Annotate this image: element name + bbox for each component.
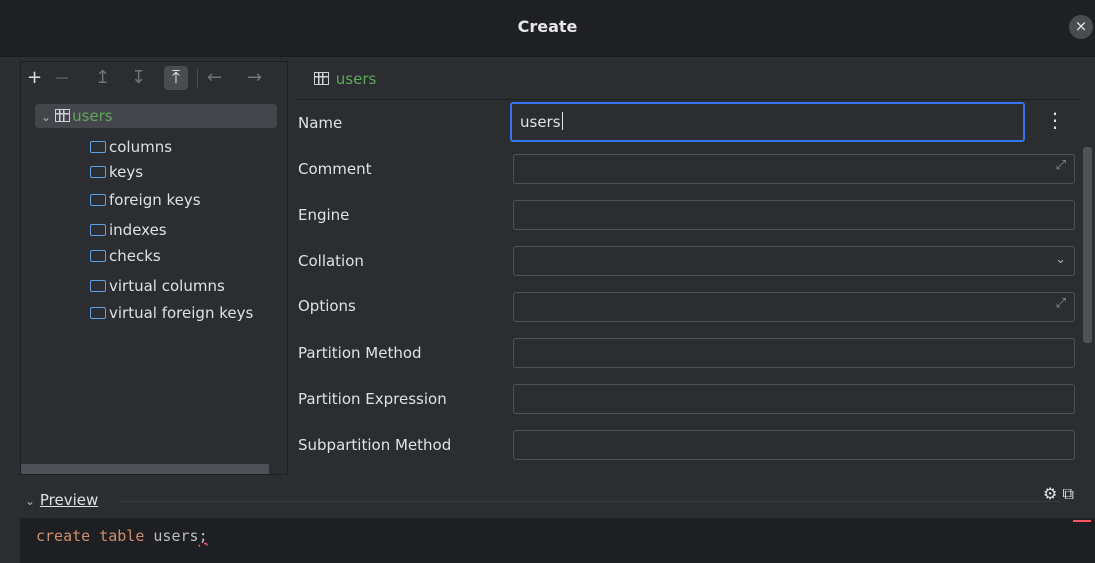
engine-field[interactable] [513,200,1075,230]
close-icon[interactable]: × [1069,15,1093,39]
dialog-titlebar: Create × [0,0,1095,57]
tree-item-label: foreign keys [109,191,201,209]
semicolon: ; [198,527,208,545]
folder-icon [90,280,106,292]
tree-item-indexes[interactable]: indexes [90,218,167,242]
partition-expression-field[interactable] [513,384,1075,414]
chevron-down-icon[interactable]: ⌄ [41,105,51,129]
name-label: Name [298,114,343,132]
folder-icon [90,194,106,206]
expand-icon[interactable]: ⤢ [1056,158,1066,173]
comment-label: Comment [298,160,372,178]
chevron-down-icon: ⌄ [25,494,36,508]
tree-item-label: keys [109,163,144,181]
folder-icon [90,307,106,319]
tree-item-label: columns [109,138,173,156]
partition-method-label: Partition Method [298,344,422,362]
tree-item-label: checks [109,247,161,265]
name-field[interactable]: users [510,102,1025,142]
table-icon [314,72,329,85]
partition-method-field[interactable] [513,338,1075,368]
folder-icon [90,224,106,236]
tree-item-keys[interactable]: keys [90,160,143,184]
dialog-title: Create [517,17,578,36]
name-field-value: users [520,113,561,131]
toolbar-separator [197,69,198,89]
form-vertical-scrollbar[interactable] [1083,147,1092,343]
tree-item-label: virtual foreign keys [109,304,254,322]
back-arrow-icon[interactable]: ← [207,66,222,90]
partition-expression-label: Partition Expression [298,390,447,408]
move-up-icon[interactable]: ↥ [95,66,110,90]
object-tree-panel: + — ↥ ↧ ⤒ ← → ⌄ users columns keys foreig… [20,61,288,475]
form-header-label: users [335,70,377,88]
remove-icon[interactable]: — [55,66,69,90]
options-field[interactable]: ⤢ [513,292,1075,322]
tree-item-checks[interactable]: checks [90,244,161,268]
tree-item-label: users [72,107,113,125]
tree-item-label: indexes [109,221,167,239]
chevron-down-icon[interactable]: ⌄ [1055,252,1066,267]
expand-icon[interactable]: ⤢ [1056,296,1066,311]
tree-item-columns[interactable]: columns [90,135,172,159]
tree-horizontal-scrollbar[interactable] [21,464,269,474]
error-stripe-mark[interactable] [1073,520,1091,522]
folder-icon [90,141,106,153]
keyword: create [36,527,91,545]
engine-label: Engine [298,206,350,224]
keyword: table [99,527,145,545]
form-header: users [314,70,376,88]
preview-toolbar: ⚙ ⧉ [1043,484,1074,504]
divider [296,99,1080,100]
collation-label: Collation [298,252,364,270]
move-to-top-icon[interactable]: ⤒ [164,66,188,90]
preview-editor[interactable]: create table users; [20,518,1095,563]
comment-field[interactable]: ⤢ [513,154,1075,184]
gear-icon[interactable]: ⚙ [1043,484,1057,503]
sql-code-line: create table users; [36,527,208,545]
folder-icon [90,250,106,262]
divider [120,501,1060,502]
tree-item-users[interactable]: ⌄ users [35,104,277,128]
forward-arrow-icon[interactable]: → [247,66,262,90]
open-external-icon[interactable]: ⧉ [1062,484,1073,503]
subpartition-method-field[interactable] [513,430,1075,460]
options-label: Options [298,297,356,315]
tree-toolbar: + — ↥ ↧ ⤒ ← → [21,62,287,96]
preview-toggle[interactable]: ⌄ Preview [25,491,98,509]
subpartition-method-label: Subpartition Method [298,436,452,454]
identifier: users [153,527,199,545]
tree-item-virtual-columns[interactable]: virtual columns [90,274,225,298]
add-icon[interactable]: + [27,66,42,90]
tree-item-label: virtual columns [109,277,225,295]
move-down-icon[interactable]: ↧ [131,66,146,90]
text-caret [561,112,563,130]
table-icon [55,109,71,122]
collation-select[interactable]: ⌄ [513,246,1075,276]
preview-label: Preview [39,491,99,509]
tree-item-virtual-foreign-keys[interactable]: virtual foreign keys [90,301,253,325]
more-options-icon[interactable]: ⋮ [1045,108,1065,132]
folder-icon [90,166,106,178]
tree-item-foreign-keys[interactable]: foreign keys [90,188,201,212]
